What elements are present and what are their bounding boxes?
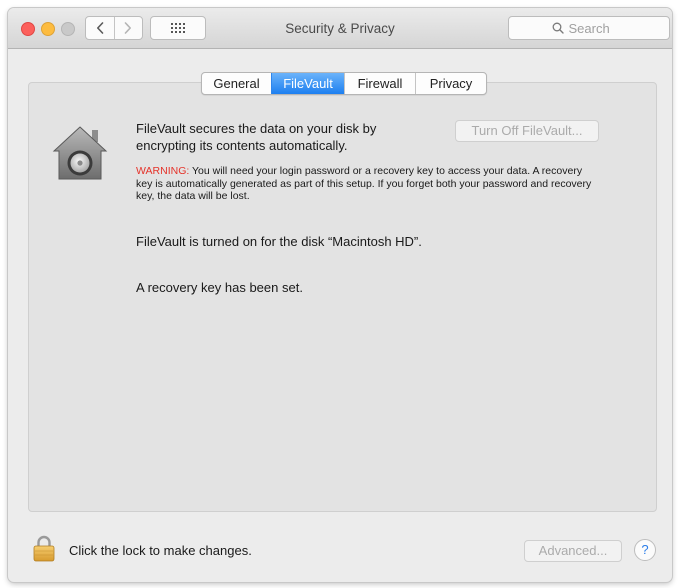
- tab-firewall[interactable]: Firewall: [344, 73, 415, 94]
- minimize-button[interactable]: [41, 22, 55, 36]
- lock-instruction: Click the lock to make changes.: [69, 543, 252, 558]
- grid-icon: [171, 23, 185, 33]
- title-bar: Security & Privacy: [8, 8, 672, 49]
- chevron-left-icon: [96, 22, 104, 34]
- tab-bar: General FileVault Firewall Privacy: [201, 72, 487, 95]
- disk-status-text: FileVault is turned on for the disk “Mac…: [136, 234, 422, 249]
- help-button[interactable]: ?: [634, 539, 656, 561]
- padlock-icon[interactable]: [32, 534, 56, 562]
- house-safe-icon: [52, 126, 108, 180]
- search-input[interactable]: [568, 20, 627, 36]
- warning-body: You will need your login password or a r…: [136, 165, 592, 203]
- warning-text: WARNING: You will need your login passwo…: [136, 165, 596, 203]
- tab-privacy[interactable]: Privacy: [415, 73, 486, 94]
- preferences-window: Security & Privacy General FileVault Fir…: [8, 8, 672, 582]
- advanced-button[interactable]: Advanced...: [524, 540, 622, 562]
- back-button[interactable]: [86, 17, 115, 39]
- recovery-key-status-text: A recovery key has been set.: [136, 280, 303, 295]
- nav-buttons: [85, 16, 143, 40]
- chevron-right-icon: [124, 22, 132, 34]
- zoom-button[interactable]: [61, 22, 75, 36]
- tab-filevault[interactable]: FileVault: [271, 73, 344, 94]
- close-button[interactable]: [21, 22, 35, 36]
- forward-button[interactable]: [115, 17, 143, 39]
- turn-off-filevault-button[interactable]: Turn Off FileVault...: [455, 120, 599, 142]
- search-field[interactable]: [508, 16, 670, 40]
- magnifier-icon: [552, 22, 564, 34]
- warning-label: WARNING:: [136, 165, 190, 177]
- filevault-description: FileVault secures the data on your disk …: [136, 121, 377, 153]
- show-all-button[interactable]: [150, 16, 206, 40]
- tab-general[interactable]: General: [202, 73, 271, 94]
